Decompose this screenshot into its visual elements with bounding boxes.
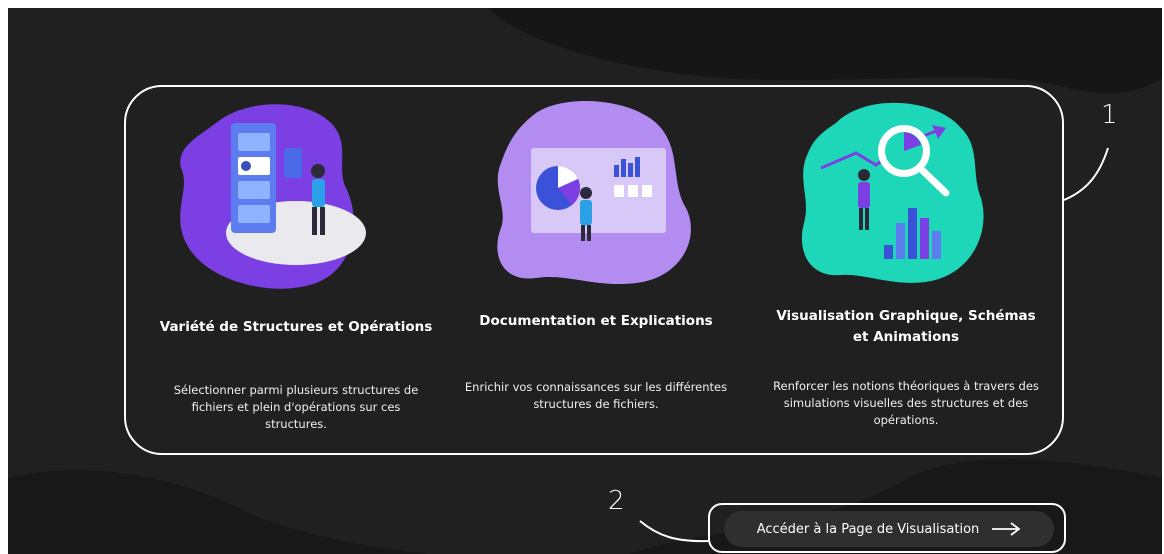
feature-title: Visualisation Graphique, Schémas et Anim… xyxy=(776,308,1036,345)
structures-selection-illustration xyxy=(180,104,366,289)
visualisation-magnifier-illustration xyxy=(801,102,984,283)
annotation-number-one: 1 xyxy=(1101,100,1118,130)
annotation-number-two: 2 xyxy=(608,486,625,516)
visualisation-page-button[interactable]: Accéder à la Page de Visualisation xyxy=(724,511,1054,547)
feature-description: Enrichir vos connaissances sur les diffé… xyxy=(464,380,728,411)
cta-label: Accéder à la Page de Visualisation xyxy=(756,521,980,537)
feature-title: Variété de Structures et Opérations xyxy=(159,319,433,335)
feature-description: Renforcer les notions théoriques à trave… xyxy=(773,379,1039,427)
arrow-right-icon xyxy=(992,522,1021,536)
feature-description: Sélectionner parmi plusieurs structures … xyxy=(173,383,419,431)
documentation-presentation-illustration xyxy=(497,101,691,285)
landing-stage: Variété de Structures et Opérations Séle… xyxy=(8,8,1162,554)
feature-title: Documentation et Explications xyxy=(479,313,713,329)
